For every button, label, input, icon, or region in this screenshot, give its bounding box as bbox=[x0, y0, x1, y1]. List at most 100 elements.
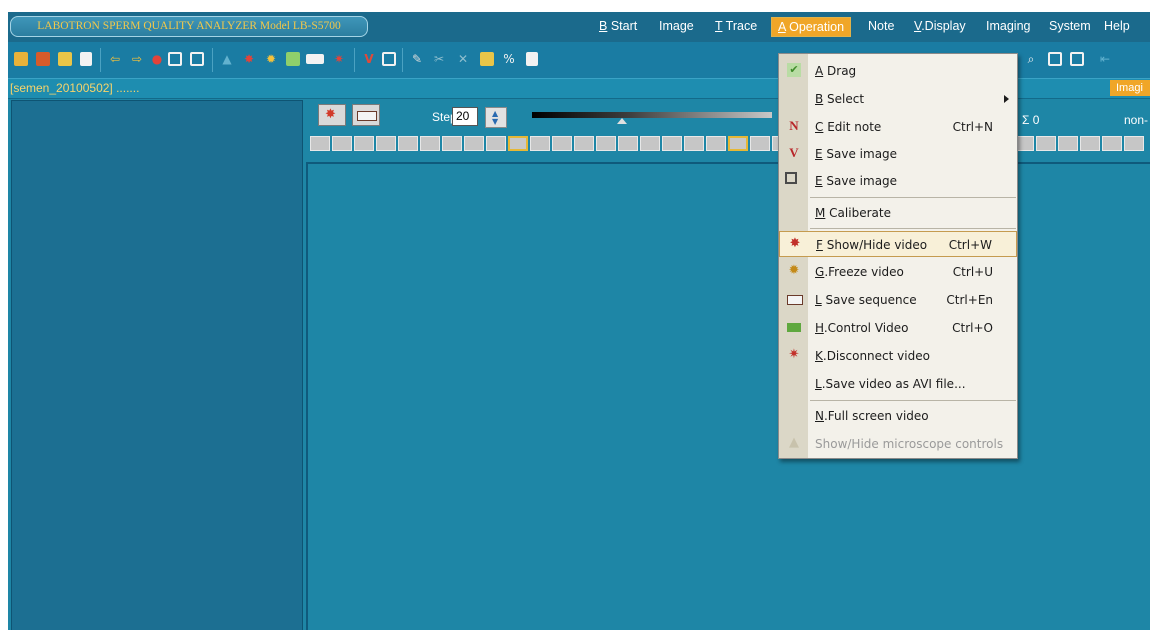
left-panel bbox=[11, 100, 303, 630]
menu-item-edit-note[interactable]: N C Edit note Ctrl+N bbox=[779, 114, 1017, 140]
menu-item-save-image[interactable]: V E Save image bbox=[779, 141, 1017, 167]
step-input[interactable]: 20 bbox=[452, 107, 478, 126]
menu-note[interactable]: Note bbox=[868, 19, 894, 33]
v-save-icon[interactable]: V bbox=[362, 52, 376, 66]
fullscreen-icon[interactable] bbox=[1070, 52, 1084, 66]
frame-thumb[interactable] bbox=[376, 136, 396, 151]
operation-dropdown: ✔ A Drag B Select N C Edit note Ctrl+N V… bbox=[778, 53, 1018, 459]
frame-thumb[interactable] bbox=[596, 136, 616, 151]
tab-imaging[interactable]: Imagi bbox=[1110, 80, 1150, 96]
frame-thumb[interactable] bbox=[552, 136, 572, 151]
video-display-area[interactable] bbox=[306, 162, 1150, 630]
pointer-icon[interactable]: ▲ bbox=[220, 52, 234, 66]
v-save-icon: V bbox=[789, 145, 799, 160]
frame-thumb[interactable] bbox=[574, 136, 594, 151]
menu-item-disconnect-video[interactable]: ✷ K.Disconnect video bbox=[779, 343, 1017, 369]
patient-record-icon[interactable] bbox=[36, 52, 50, 66]
toolbar-separator bbox=[212, 48, 213, 72]
menu-imaging[interactable]: Imaging bbox=[986, 19, 1030, 33]
menu-item-full-screen-video[interactable]: N.Full screen video bbox=[779, 403, 1017, 429]
frame-thumb[interactable] bbox=[420, 136, 440, 151]
form-icon[interactable] bbox=[526, 52, 538, 66]
frame-thumb[interactable] bbox=[640, 136, 660, 151]
arrow-left-icon[interactable]: ⇦ bbox=[108, 52, 122, 66]
menu-operation[interactable]: A Operation bbox=[771, 17, 852, 37]
fit-window-icon[interactable] bbox=[1048, 52, 1062, 66]
open-file-icon[interactable] bbox=[14, 52, 28, 66]
frame-thumb[interactable] bbox=[662, 136, 682, 151]
menu-trace[interactable]: T Trace bbox=[715, 19, 757, 33]
menu-item-microscope-controls[interactable]: ▲ Show/Hide microscope controls bbox=[779, 431, 1017, 457]
disconnect-video-icon: ✷ bbox=[788, 347, 800, 362]
percent-icon[interactable]: % bbox=[502, 52, 516, 66]
menu-item-drag[interactable]: ✔ A Drag bbox=[779, 58, 1017, 84]
frame-thumb[interactable] bbox=[464, 136, 484, 151]
frame-thumb[interactable] bbox=[1080, 136, 1100, 151]
microscope-icon: ▲ bbox=[789, 435, 799, 450]
menu-item-show-hide-video[interactable]: ✸ F Show/Hide video Ctrl+W bbox=[779, 231, 1017, 257]
show-video-button[interactable]: ✸ bbox=[318, 104, 346, 126]
frame-thumb[interactable] bbox=[1124, 136, 1144, 151]
video-control-icon[interactable] bbox=[286, 52, 300, 66]
slider-thumb[interactable] bbox=[617, 118, 627, 124]
record-icon[interactable]: ● bbox=[150, 52, 164, 66]
frame-thumb[interactable] bbox=[684, 136, 704, 151]
menu-item-save-sequence[interactable]: L Save sequence Ctrl+En bbox=[779, 287, 1017, 313]
calculator-icon[interactable] bbox=[480, 52, 494, 66]
cut-icon[interactable]: ✕ bbox=[456, 52, 470, 66]
frame-thumb[interactable] bbox=[332, 136, 352, 151]
menu-item-freeze-video[interactable]: ✹ G.Freeze video Ctrl+U bbox=[779, 259, 1017, 285]
frame-thumb[interactable] bbox=[530, 136, 550, 151]
video-control-icon bbox=[787, 323, 801, 332]
freeze-video-icon[interactable]: ✹ bbox=[264, 52, 278, 66]
frame-thumb[interactable] bbox=[1036, 136, 1056, 151]
menu-image[interactable]: Image bbox=[659, 19, 694, 33]
brightness-slider[interactable] bbox=[532, 112, 772, 124]
shortcut-label: Ctrl+U bbox=[952, 265, 993, 279]
menu-item-calibrate[interactable]: M Caliberate bbox=[779, 200, 1017, 226]
video-camera-icon: ✸ bbox=[325, 107, 336, 122]
measure-icon[interactable]: ✂ bbox=[432, 52, 446, 66]
exit-icon[interactable]: ⇤ bbox=[1098, 52, 1112, 66]
frame-thumb[interactable] bbox=[1102, 136, 1122, 151]
menu-start[interactable]: B Start bbox=[599, 19, 637, 33]
disconnect-video-icon[interactable]: ✷ bbox=[332, 52, 346, 66]
save-frame-icon[interactable] bbox=[382, 52, 396, 66]
menu-bar: LABOTRON SPERM QUALITY ANALYZER Model LB… bbox=[8, 12, 1150, 42]
report-icon[interactable] bbox=[58, 52, 72, 66]
submenu-arrow-icon bbox=[1004, 95, 1009, 103]
menu-display[interactable]: V.Display bbox=[914, 19, 966, 33]
video-camera-icon[interactable]: ✸ bbox=[242, 52, 256, 66]
frame-thumb[interactable] bbox=[310, 136, 330, 151]
menu-item-control-video[interactable]: H.Control Video Ctrl+O bbox=[779, 315, 1017, 341]
zoom-icon[interactable]: ⌕ bbox=[1024, 52, 1038, 66]
frame-thumb[interactable] bbox=[442, 136, 462, 151]
film-strip-icon bbox=[787, 295, 803, 305]
arrow-right-icon[interactable]: ⇨ bbox=[130, 52, 144, 66]
shortcut-label: Ctrl+O bbox=[952, 321, 993, 335]
frame-thumb[interactable] bbox=[354, 136, 374, 151]
step-spinner[interactable]: ▲ ▼ bbox=[485, 107, 507, 128]
frame-thumb[interactable] bbox=[706, 136, 726, 151]
window-split-icon[interactable] bbox=[190, 52, 204, 66]
menu-item-save-avi[interactable]: L.Save video as AVI file... bbox=[779, 371, 1017, 397]
menu-item-save-image-frame[interactable]: E Save image bbox=[779, 168, 1017, 194]
print-icon[interactable] bbox=[80, 52, 92, 66]
window-icon[interactable] bbox=[168, 52, 182, 66]
frame-thumb-selected[interactable] bbox=[728, 136, 748, 151]
menu-item-select[interactable]: B Select bbox=[779, 86, 1017, 112]
menu-system[interactable]: System bbox=[1049, 19, 1091, 33]
film-strip-icon[interactable] bbox=[306, 54, 324, 64]
eraser-icon[interactable]: ✎ bbox=[410, 52, 424, 66]
frame-thumb[interactable] bbox=[1058, 136, 1078, 151]
frame-thumb[interactable] bbox=[398, 136, 418, 151]
frame-thumb[interactable] bbox=[750, 136, 770, 151]
menu-separator bbox=[810, 197, 1016, 198]
checkmark-icon: ✔ bbox=[787, 63, 801, 77]
frame-thumb-selected[interactable] bbox=[508, 136, 528, 151]
frame-thumb[interactable] bbox=[486, 136, 506, 151]
frame-thumb[interactable] bbox=[618, 136, 638, 151]
menu-help[interactable]: Help bbox=[1104, 19, 1130, 33]
sequence-button[interactable] bbox=[352, 104, 380, 126]
current-record-path: [semen_20100502] ....... bbox=[10, 81, 140, 95]
